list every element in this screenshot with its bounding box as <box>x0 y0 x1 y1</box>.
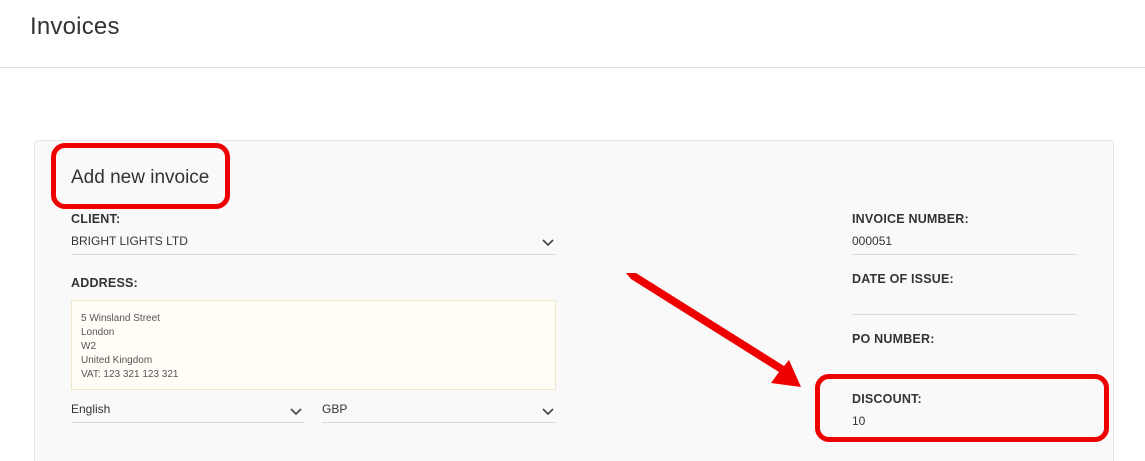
annotation-arrow-icon <box>626 273 801 387</box>
